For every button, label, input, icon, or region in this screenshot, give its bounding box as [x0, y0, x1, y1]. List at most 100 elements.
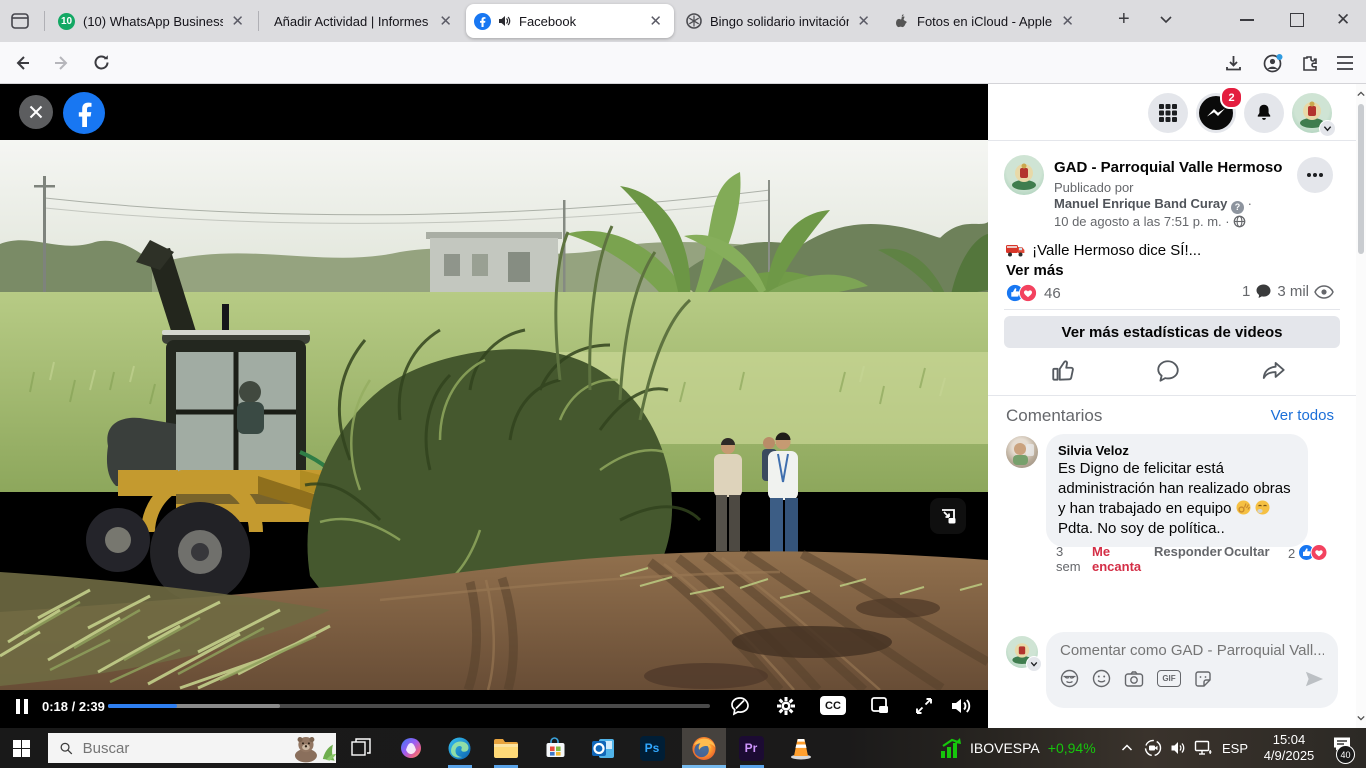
meet-now-icon[interactable]	[1144, 739, 1162, 757]
tray-network-icon[interactable]	[1194, 740, 1212, 756]
see-all-comments-link[interactable]: Ver todos	[1271, 407, 1334, 424]
reaction-icons[interactable]	[1006, 284, 1038, 302]
comment-bubble[interactable]: Silvia Veloz Es Digno de felicitar está …	[1046, 434, 1308, 547]
taskbar-vlc-icon[interactable]	[788, 735, 814, 761]
taskbar-search-box[interactable]	[48, 733, 336, 763]
tab-icloud[interactable]: Fotos en iCloud - Apple iClou ✕	[886, 4, 1086, 38]
comment-reaction-count[interactable]: 2	[1288, 546, 1295, 561]
pip-button[interactable]	[868, 694, 892, 718]
tray-language[interactable]: ESP	[1222, 741, 1248, 756]
window-maximize-button[interactable]	[1290, 13, 1304, 27]
window-minimize-button[interactable]	[1240, 19, 1254, 21]
account-icon[interactable]	[1262, 53, 1283, 74]
send-icon[interactable]	[1304, 670, 1324, 688]
comment-button[interactable]	[1155, 358, 1181, 384]
firefox-view-icon[interactable]	[10, 11, 30, 31]
post-counters[interactable]: 1 3 mil	[1242, 283, 1334, 300]
comment-hide-link[interactable]: Ocultar	[1224, 544, 1270, 559]
action-center-button[interactable]: 40	[1332, 736, 1352, 753]
video-stats-button[interactable]: Ver más estadísticas de videos	[1004, 316, 1340, 348]
new-tab-button[interactable]: +	[1118, 8, 1130, 31]
back-button[interactable]	[12, 53, 32, 73]
taskbar-premiere-icon[interactable]: Pr	[738, 735, 764, 761]
captions-button[interactable]: CC	[820, 696, 846, 715]
camera-icon[interactable]	[1124, 670, 1144, 688]
taskbar: Ps Pr IBOVESPA +0,94% ESP 15:04 4/9/2025	[0, 728, 1366, 768]
tab-informes[interactable]: Añadir Actividad | Informes Mens ✕	[262, 4, 464, 38]
tray-chevron-up-icon[interactable]	[1120, 741, 1134, 755]
settings-gear-button[interactable]	[774, 694, 798, 718]
post-timestamp[interactable]: 10 de agosto a las 7:51 p. m. ·	[1054, 214, 1246, 229]
tab-list-chevron-icon[interactable]	[1158, 11, 1174, 27]
fullscreen-button[interactable]	[912, 694, 936, 718]
tab-close-icon[interactable]: ✕	[227, 12, 248, 30]
comment-input[interactable]	[1060, 642, 1324, 659]
tab-close-icon[interactable]: ✕	[645, 12, 666, 30]
composer-identity-chevron-icon[interactable]	[1026, 656, 1042, 672]
reaction-count[interactable]: 46	[1044, 285, 1061, 302]
page-name[interactable]: GAD - Parroquial Valle Hermoso	[1054, 159, 1282, 176]
comment-time[interactable]: 3 sem	[1056, 544, 1086, 574]
comment-composer[interactable]: GIF	[1046, 632, 1338, 708]
gif-icon[interactable]: GIF	[1157, 670, 1181, 687]
whatsapp-count-badge-icon: 10	[58, 13, 75, 30]
tab-bingo[interactable]: Bingo solidario invitación ✕	[678, 4, 882, 38]
tab-facebook[interactable]: Facebook ✕	[466, 4, 674, 38]
see-more-link[interactable]: Ver más	[1006, 262, 1064, 279]
tray-clock[interactable]: 15:04 4/9/2025	[1256, 732, 1322, 764]
taskbar-edge-icon[interactable]	[446, 735, 472, 761]
close-video-button[interactable]	[19, 95, 53, 129]
page-avatar[interactable]	[1004, 155, 1044, 195]
tab-audio-icon[interactable]	[497, 14, 511, 28]
progress-track[interactable]	[108, 704, 710, 708]
taskbar-file-explorer-icon[interactable]	[492, 735, 518, 761]
post-author[interactable]: Manuel Enrique Band Curay ? ·	[1054, 196, 1252, 214]
scroll-down-arrow-icon[interactable]	[1357, 714, 1365, 722]
stock-widget[interactable]: IBOVESPA +0,94%	[940, 728, 1096, 768]
comment-reply-link[interactable]: Responder	[1154, 544, 1222, 559]
search-input[interactable]	[81, 739, 284, 758]
task-view-button[interactable]	[348, 735, 374, 761]
pip-overlay-button[interactable]	[930, 498, 966, 534]
apps-grid-button[interactable]	[1148, 93, 1188, 133]
tab-close-icon[interactable]: ✕	[853, 12, 874, 30]
page-scrollbar[interactable]	[1356, 84, 1366, 728]
comment-reaction-icons[interactable]	[1298, 544, 1328, 561]
copilot-icon[interactable]	[398, 735, 424, 761]
post-more-button[interactable]	[1297, 157, 1333, 193]
emoji-smiley-icon[interactable]	[1092, 669, 1111, 688]
sticker-icon[interactable]	[1194, 670, 1212, 688]
facebook-logo[interactable]	[63, 92, 105, 134]
comment-author[interactable]: Silvia Veloz	[1058, 442, 1296, 459]
menu-hamburger-icon[interactable]	[1336, 55, 1354, 71]
scrollbar-thumb[interactable]	[1358, 104, 1364, 254]
share-button[interactable]	[1260, 358, 1288, 384]
tab-divider	[44, 11, 45, 31]
comments-off-button[interactable]	[728, 694, 752, 718]
commenter-avatar[interactable]	[1006, 436, 1038, 468]
window-close-button[interactable]: ✕	[1336, 10, 1350, 30]
taskbar-outlook-icon[interactable]	[590, 735, 616, 761]
extensions-puzzle-icon[interactable]	[1300, 54, 1319, 73]
pause-button[interactable]	[16, 699, 28, 714]
taskbar-store-icon[interactable]	[542, 735, 568, 761]
downloads-icon[interactable]	[1224, 54, 1243, 73]
profile-chevron-icon[interactable]	[1319, 120, 1336, 137]
volume-button[interactable]	[948, 694, 974, 718]
tab-close-icon[interactable]: ✕	[1057, 12, 1078, 30]
start-button[interactable]	[8, 735, 34, 761]
like-button[interactable]	[1050, 358, 1076, 384]
comment-reaction-label[interactable]: Me encanta	[1092, 544, 1146, 574]
video-player[interactable]: 0:18 / 2:39 CC	[0, 84, 988, 728]
scroll-up-arrow-icon[interactable]	[1357, 90, 1365, 98]
taskbar-firefox-icon[interactable]	[691, 735, 717, 761]
windows-logo-icon	[13, 740, 30, 757]
tray-volume-icon[interactable]	[1170, 740, 1187, 756]
forward-button[interactable]	[52, 53, 72, 73]
tab-whatsapp[interactable]: 10 (10) WhatsApp Business ✕	[50, 4, 256, 38]
notifications-button[interactable]	[1244, 93, 1284, 133]
avatar-sticker-icon[interactable]	[1060, 669, 1079, 688]
reload-button[interactable]	[92, 53, 111, 72]
taskbar-photoshop-icon[interactable]: Ps	[639, 735, 665, 761]
tab-close-icon[interactable]: ✕	[435, 12, 456, 30]
